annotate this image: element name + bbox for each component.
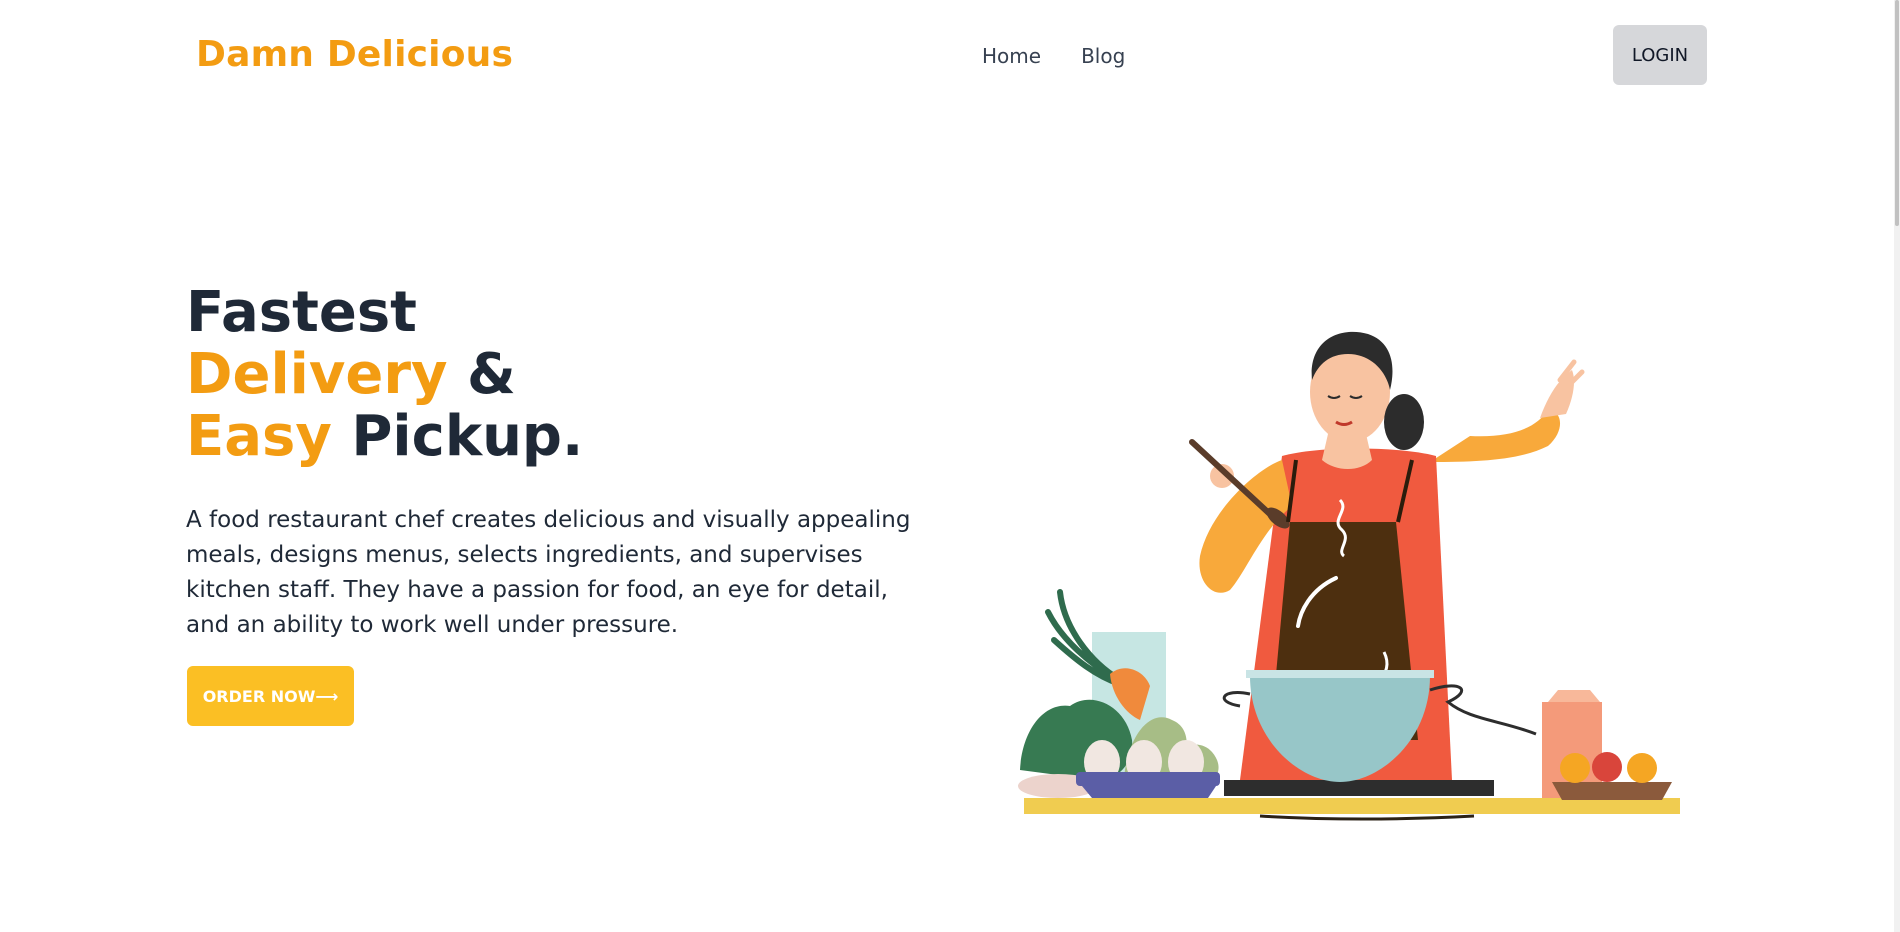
order-now-label: ORDER NOW bbox=[202, 686, 316, 706]
login-button[interactable]: LOGIN bbox=[1613, 25, 1707, 85]
nav-link-home[interactable]: Home bbox=[982, 44, 1041, 68]
hero-title-line-2: Delivery & bbox=[186, 344, 583, 406]
stove-top bbox=[1224, 780, 1494, 796]
hero-title-line-3: Easy Pickup. bbox=[186, 406, 583, 468]
counter-shadow bbox=[1259, 814, 1475, 821]
hero-description: A food restaurant chef creates delicious… bbox=[186, 507, 911, 638]
orange-fruit bbox=[1560, 753, 1590, 783]
main-nav: Home Blog bbox=[982, 44, 1125, 68]
hero-title: Fastest Delivery & Easy Pickup. bbox=[186, 282, 583, 468]
pot-rim bbox=[1246, 670, 1434, 678]
chef-hair-bun bbox=[1384, 394, 1424, 450]
chef-cooking-illustration bbox=[1018, 331, 1680, 821]
apple-fruit bbox=[1592, 752, 1622, 782]
fruit-bowl bbox=[1552, 782, 1672, 800]
egg-tray bbox=[1076, 772, 1220, 786]
arrow-right-icon: ⟶ bbox=[315, 686, 339, 706]
counter-shelf bbox=[1024, 798, 1680, 814]
brand-logo[interactable]: Damn Delicious bbox=[196, 34, 513, 75]
nav-link-blog[interactable]: Blog bbox=[1081, 44, 1125, 68]
page-scrollbar[interactable] bbox=[1894, 0, 1900, 932]
orange-fruit-2 bbox=[1627, 753, 1657, 783]
order-now-button[interactable]: ORDER NOW⟶ bbox=[187, 666, 354, 726]
hero-title-ampersand: & bbox=[447, 342, 516, 407]
egg-tray-base bbox=[1082, 786, 1216, 798]
scrollbar-thumb[interactable] bbox=[1895, 0, 1899, 226]
hero-title-pickup: Pickup. bbox=[331, 404, 584, 469]
hero-title-accent-easy: Easy bbox=[186, 404, 332, 469]
hero-title-accent-delivery: Delivery bbox=[186, 342, 448, 407]
chef-raised-hand bbox=[1540, 370, 1574, 418]
hero-title-line-1: Fastest bbox=[186, 280, 417, 345]
carton-top bbox=[1548, 690, 1600, 702]
